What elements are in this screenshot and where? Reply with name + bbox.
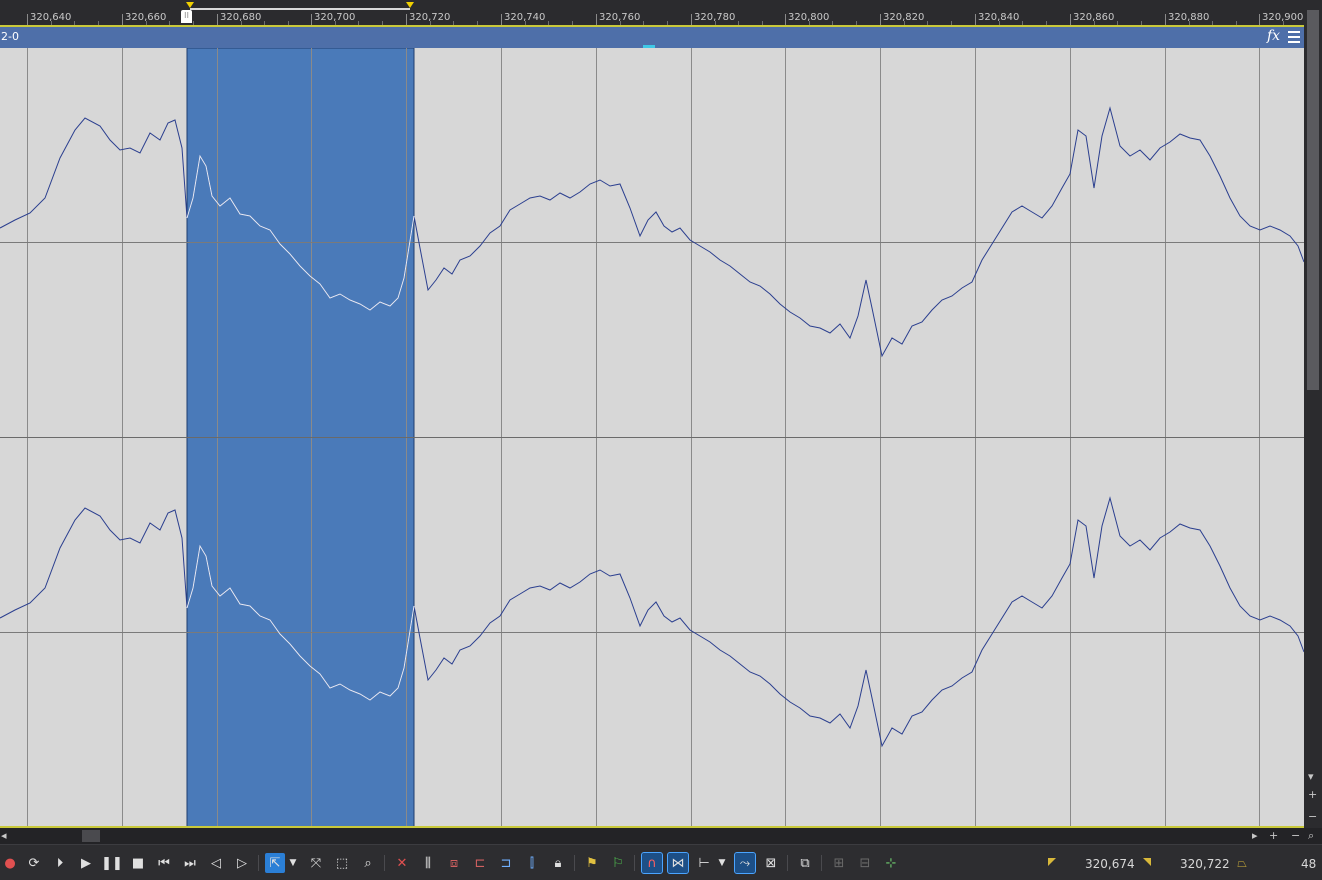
play-from-start-icon[interactable]: ⏵ xyxy=(50,853,70,873)
ripple-edit-icon[interactable]: ⊢ xyxy=(694,853,714,873)
toolbar-separator xyxy=(787,855,788,871)
vertical-scrollbar[interactable]: ▾ + − xyxy=(1304,0,1322,828)
lock-icon[interactable]: 🔒︎ xyxy=(548,853,568,873)
track-name: 2-0 xyxy=(1,30,19,43)
next-frame-icon[interactable]: ▷ xyxy=(232,853,252,873)
vertical-scroll-thumb[interactable] xyxy=(1307,10,1319,390)
media-fx-icon[interactable]: ⧉ xyxy=(795,853,815,873)
toolbar-separator xyxy=(821,855,822,871)
zoom-tool-small-icon[interactable]: ⌕ xyxy=(1308,829,1314,843)
event-pan-icon[interactable]: ⊞ xyxy=(829,853,849,873)
auto-crossfade-icon[interactable]: ⋈ xyxy=(667,852,689,874)
selection-start-time[interactable]: 320,674 xyxy=(1085,857,1135,871)
selection-end-icon xyxy=(1143,858,1151,866)
selection-length-icon: ⏢ xyxy=(1237,855,1247,870)
event-menu-icon[interactable] xyxy=(1288,31,1300,43)
horizontal-scrollbar[interactable]: ◂ ▸ + − ⌕ xyxy=(0,828,1322,844)
previous-frame-icon[interactable]: ◁ xyxy=(206,853,226,873)
waveform-canvas[interactable] xyxy=(0,48,1304,828)
loop-icon[interactable]: ⟳ xyxy=(24,853,44,873)
ripple-chevron-down-icon[interactable]: ▼ xyxy=(716,853,728,873)
transport-toolbar: ● ⟳ ⏵ ▶ ❚❚ ■ ⏮ ⏭ ◁ ▷ ⇱ ▼ ⤧ ⬚ ⌕ ✕ ⫼ ⧈ ⊏ ⊐… xyxy=(0,844,1322,880)
zoom-out-vertical-icon[interactable]: − xyxy=(1308,810,1317,823)
pause-icon[interactable]: ❚❚ xyxy=(101,853,123,873)
waveform-area[interactable] xyxy=(0,48,1304,828)
toolbar-separator xyxy=(384,855,385,871)
loop-end-marker[interactable] xyxy=(406,2,414,8)
zoom-in-horizontal-icon[interactable]: + xyxy=(1269,829,1278,842)
lock-envelopes-icon[interactable]: ⤳ xyxy=(734,852,756,874)
selection-end-time[interactable]: 320,722 xyxy=(1180,857,1230,871)
event-crop-icon[interactable]: ⊟ xyxy=(855,853,875,873)
split-icon[interactable]: ⧈ xyxy=(444,853,464,873)
loop-region-bar[interactable] xyxy=(190,8,410,10)
scroll-right-icon[interactable]: ▸ xyxy=(1252,829,1258,842)
timeline-ruler[interactable]: 320,640 320,660 320,680 320,700 320,720 320,7… xyxy=(0,0,1307,27)
selection-start-icon xyxy=(1048,858,1056,866)
marker-icon[interactable]: ⚑ xyxy=(582,853,602,873)
toolbar-separator xyxy=(574,855,575,871)
loop-start-marker[interactable] xyxy=(186,2,194,8)
playhead-cursor-icon[interactable]: ⁝⁝ xyxy=(181,10,192,23)
add-track-icon[interactable]: ⊹ xyxy=(881,853,901,873)
selection-tool-icon[interactable]: ⬚ xyxy=(332,853,352,873)
record-icon[interactable]: ● xyxy=(0,853,20,873)
envelope-tool-icon[interactable]: ⤧ xyxy=(306,853,326,873)
normal-edit-tool-icon[interactable]: ⇱ xyxy=(265,853,285,873)
go-to-end-icon[interactable]: ⏭ xyxy=(180,853,200,873)
stop-icon[interactable]: ■ xyxy=(128,853,148,873)
trim-end-icon[interactable]: ⊐ xyxy=(496,853,516,873)
scroll-left-icon[interactable]: ◂ xyxy=(1,829,7,842)
selection-length-value[interactable]: 48 xyxy=(1301,857,1316,871)
snapping-icon[interactable]: ∩ xyxy=(641,852,663,874)
zoom-in-vertical-icon[interactable]: + xyxy=(1308,788,1317,801)
split-tool-icon[interactable]: ⫿ xyxy=(522,853,542,873)
trim-icon[interactable]: ⫼ xyxy=(418,853,438,873)
zoom-tool-icon[interactable]: ⌕ xyxy=(358,853,378,873)
region-icon[interactable]: ⚐ xyxy=(608,853,628,873)
delete-icon[interactable]: ✕ xyxy=(392,853,412,873)
toolbar-separator xyxy=(634,855,635,871)
chevron-down-icon[interactable]: ▼ xyxy=(287,853,299,873)
ignore-grouping-icon[interactable]: ⊠ xyxy=(761,853,781,873)
go-to-start-icon[interactable]: ⏮ xyxy=(154,853,174,873)
event-fx-icon[interactable]: fx xyxy=(1267,28,1280,44)
toolbar-separator xyxy=(258,855,259,871)
scroll-down-icon[interactable]: ▾ xyxy=(1308,770,1314,783)
zoom-out-horizontal-icon[interactable]: − xyxy=(1291,829,1300,842)
horizontal-scroll-thumb[interactable] xyxy=(82,830,100,842)
play-icon[interactable]: ▶ xyxy=(76,853,96,873)
trim-start-icon[interactable]: ⊏ xyxy=(470,853,490,873)
